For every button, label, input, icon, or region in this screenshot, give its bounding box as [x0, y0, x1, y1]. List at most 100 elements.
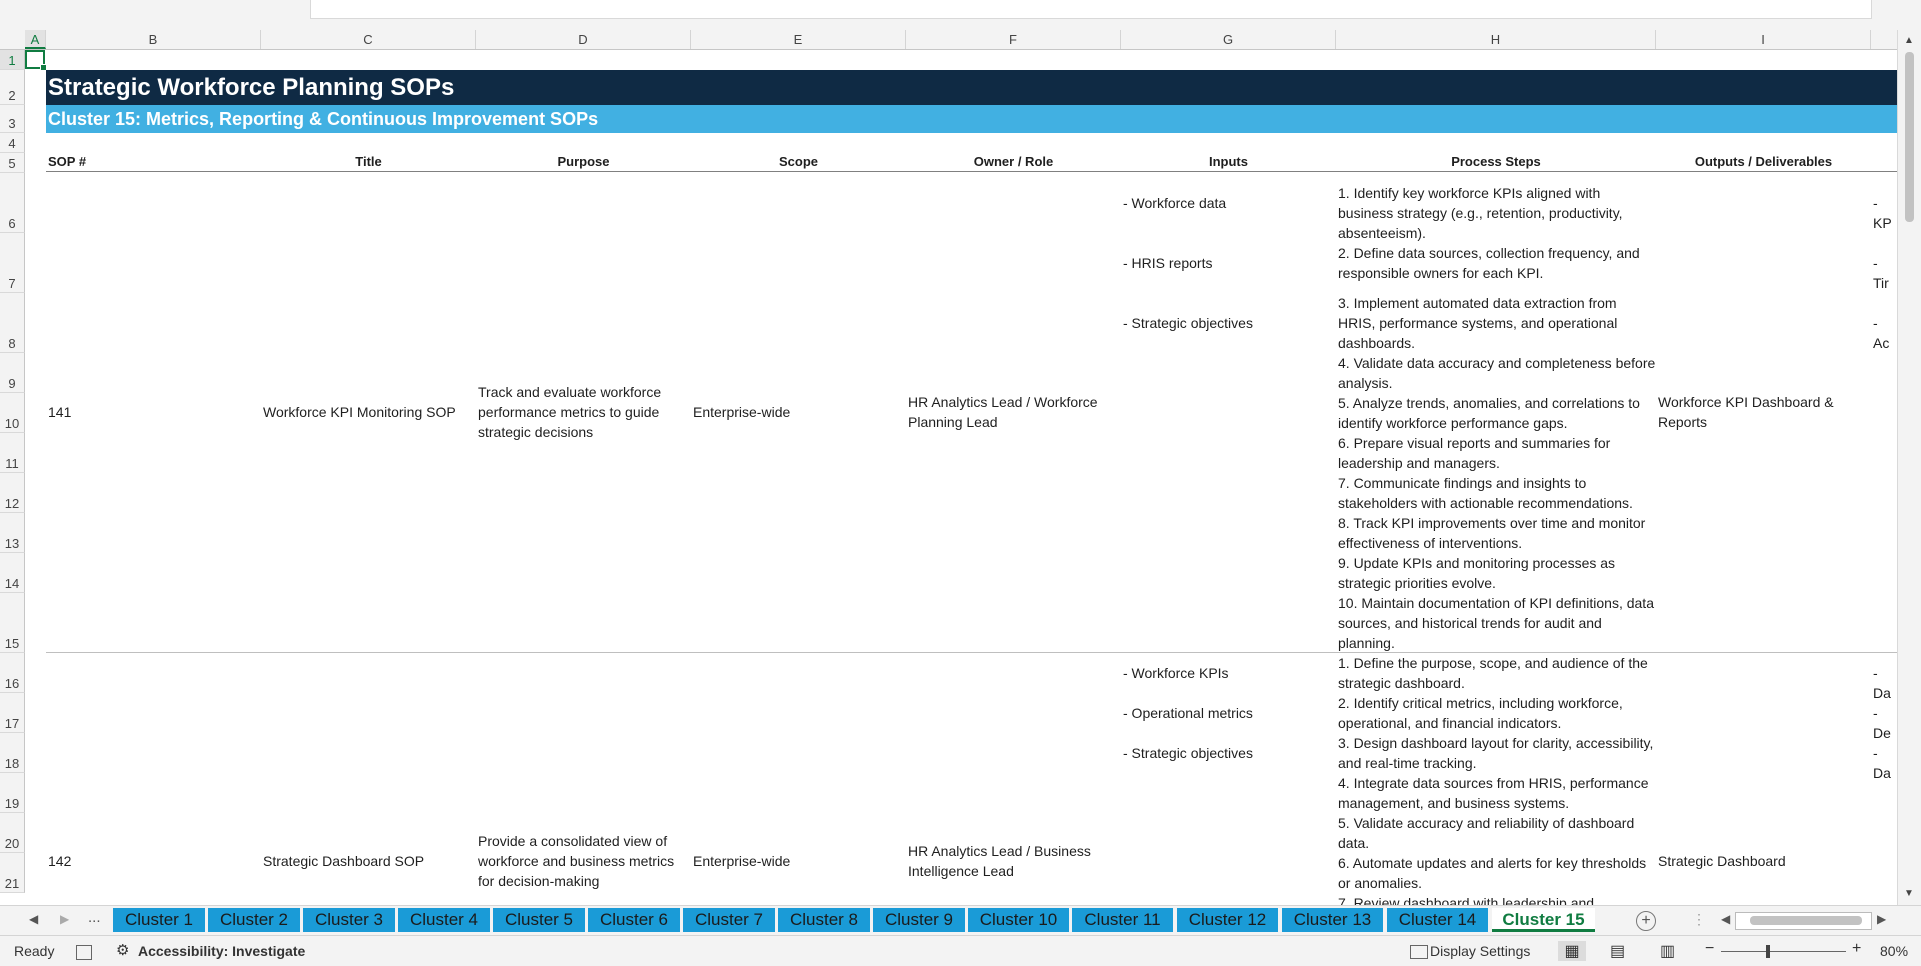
- sop-141-overflow: - Ac: [1873, 315, 1890, 351]
- tab-cluster-2[interactable]: Cluster 2: [208, 908, 300, 932]
- tab-cluster-15-active[interactable]: Cluster 15: [1492, 908, 1595, 932]
- row-header-8[interactable]: 8: [0, 293, 25, 353]
- sop-141-input: - Strategic objectives: [1123, 315, 1253, 331]
- scroll-down-icon[interactable]: ▼: [1902, 887, 1916, 901]
- column-header-g[interactable]: G: [1121, 30, 1336, 49]
- row-header-4[interactable]: 4: [0, 133, 25, 153]
- row-header-17[interactable]: 17: [0, 693, 25, 733]
- active-cell-a1[interactable]: [25, 50, 47, 71]
- sop-141-purpose: Track and evaluate workforce performance…: [478, 384, 662, 440]
- row-header-12[interactable]: 12: [0, 473, 25, 513]
- sop-141-step: 2. Define data sources, collection frequ…: [1338, 245, 1640, 281]
- column-headers: A B C D E F G H I: [0, 30, 1897, 50]
- row-header-21[interactable]: 21: [0, 853, 25, 893]
- column-header-f[interactable]: F: [906, 30, 1121, 49]
- zoom-slider[interactable]: [1721, 951, 1846, 952]
- column-header-a[interactable]: A: [25, 30, 46, 49]
- row-header-19[interactable]: 19: [0, 773, 25, 813]
- sop-142-overflow: - De: [1873, 705, 1891, 741]
- add-sheet-icon[interactable]: +: [1636, 911, 1656, 931]
- sop-142-purpose: Provide a consolidated view of workforce…: [478, 833, 675, 889]
- sop-142-number: 142: [48, 853, 72, 869]
- sop-141-step: 9. Update KPIs and monitoring processes …: [1338, 555, 1616, 591]
- display-settings-icon[interactable]: [1410, 945, 1428, 959]
- row-header-10[interactable]: 10: [0, 393, 25, 433]
- vertical-scroll-thumb[interactable]: [1905, 52, 1914, 222]
- row-header-14[interactable]: 14: [0, 553, 25, 593]
- column-header-b[interactable]: B: [46, 30, 261, 49]
- header-border: [46, 171, 1897, 172]
- row-header-11[interactable]: 11: [0, 433, 25, 473]
- row-header-18[interactable]: 18: [0, 733, 25, 773]
- sop-142-title: Strategic Dashboard SOP: [263, 853, 425, 869]
- tab-cluster-5[interactable]: Cluster 5: [493, 908, 585, 932]
- tab-cluster-4[interactable]: Cluster 4: [398, 908, 490, 932]
- row-header-13[interactable]: 13: [0, 513, 25, 553]
- formula-input[interactable]: [310, 0, 1872, 19]
- vertical-scrollbar[interactable]: ▲ ▼: [1897, 30, 1921, 905]
- row-header-15[interactable]: 15: [0, 593, 25, 653]
- more-tabs-button[interactable]: ...: [88, 909, 101, 926]
- row-header-16[interactable]: 16: [0, 653, 25, 693]
- sop-142-outputs: Strategic Dashboard: [1658, 853, 1786, 869]
- row-header-5[interactable]: 5: [0, 153, 25, 173]
- sop-141-step: 3. Implement automated data extraction f…: [1338, 295, 1618, 351]
- scroll-up-icon[interactable]: ▲: [1902, 34, 1916, 48]
- horizontal-scroll-thumb[interactable]: [1750, 916, 1862, 925]
- row-header-20[interactable]: 20: [0, 813, 25, 853]
- sop-141-input: - Workforce data: [1123, 195, 1227, 211]
- header-inputs: Inputs: [1209, 154, 1248, 169]
- sop-142-input: - Strategic objectives: [1123, 745, 1253, 761]
- column-header-e[interactable]: E: [691, 30, 906, 49]
- tab-scroll-right-icon[interactable]: ▶: [60, 912, 69, 926]
- row-header-6[interactable]: 6: [0, 173, 25, 233]
- sop-141-owner: HR Analytics Lead / Workforce Planning L…: [908, 394, 1098, 430]
- column-header-h[interactable]: H: [1336, 30, 1656, 49]
- status-ready: Ready: [14, 943, 55, 959]
- row-header-7[interactable]: 7: [0, 233, 25, 293]
- tab-cluster-13[interactable]: Cluster 13: [1282, 908, 1383, 932]
- row-header-9[interactable]: 9: [0, 353, 25, 393]
- tab-cluster-7[interactable]: Cluster 7: [683, 908, 775, 932]
- tab-split-handle-icon[interactable]: ⋮: [1692, 911, 1706, 928]
- page-break-view-icon[interactable]: ▥: [1660, 941, 1675, 961]
- display-settings-button[interactable]: Display Settings: [1430, 943, 1530, 959]
- sop-142-input: - Operational metrics: [1123, 705, 1253, 721]
- sop-141-outputs: Workforce KPI Dashboard & Reports: [1658, 394, 1834, 430]
- tab-cluster-3[interactable]: Cluster 3: [303, 908, 395, 932]
- hscroll-left-icon[interactable]: ◀: [1721, 912, 1730, 926]
- header-purpose: Purpose: [557, 154, 610, 169]
- tab-cluster-8[interactable]: Cluster 8: [778, 908, 870, 932]
- column-header-d[interactable]: D: [476, 30, 691, 49]
- macro-record-icon[interactable]: [76, 945, 92, 960]
- header-owner: Owner / Role: [973, 154, 1054, 169]
- horizontal-scrollbar[interactable]: [1735, 912, 1872, 930]
- header-outputs: Outputs / Deliverables: [1694, 154, 1833, 169]
- page-layout-view-icon[interactable]: ▤: [1610, 941, 1625, 961]
- tab-cluster-9[interactable]: Cluster 9: [873, 908, 965, 932]
- tab-cluster-14[interactable]: Cluster 14: [1387, 908, 1488, 932]
- worksheet-grid[interactable]: Strategic Workforce Planning SOPs Cluste…: [25, 50, 1897, 905]
- row-header-1[interactable]: 1: [0, 50, 25, 70]
- row-header-3[interactable]: 3: [0, 105, 25, 133]
- tab-cluster-6[interactable]: Cluster 6: [588, 908, 680, 932]
- sop-141-scope: Enterprise-wide: [693, 404, 791, 420]
- zoom-in-icon[interactable]: +: [1852, 940, 1861, 958]
- accessibility-icon[interactable]: ⚙: [116, 941, 129, 959]
- zoom-level[interactable]: 80%: [1880, 943, 1908, 959]
- tab-cluster-1[interactable]: Cluster 1: [113, 908, 205, 932]
- sheet-tabs-bar: ◀ ▶ ... Cluster 1 Cluster 2 Cluster 3 Cl…: [0, 905, 1921, 935]
- accessibility-status[interactable]: Accessibility: Investigate: [138, 943, 305, 959]
- header-title: Title: [355, 154, 382, 169]
- tab-cluster-12[interactable]: Cluster 12: [1177, 908, 1278, 932]
- row-header-2[interactable]: 2: [0, 70, 25, 105]
- hscroll-right-icon[interactable]: ▶: [1877, 912, 1886, 926]
- column-header-i[interactable]: I: [1656, 30, 1871, 49]
- zoom-slider-knob[interactable]: [1766, 945, 1770, 958]
- tab-cluster-11[interactable]: Cluster 11: [1072, 908, 1173, 932]
- tab-scroll-left-icon[interactable]: ◀: [29, 912, 38, 926]
- column-header-c[interactable]: C: [261, 30, 476, 49]
- tab-cluster-10[interactable]: Cluster 10: [968, 908, 1069, 932]
- normal-view-icon[interactable]: ▦: [1558, 941, 1586, 961]
- zoom-out-icon[interactable]: −: [1705, 940, 1714, 958]
